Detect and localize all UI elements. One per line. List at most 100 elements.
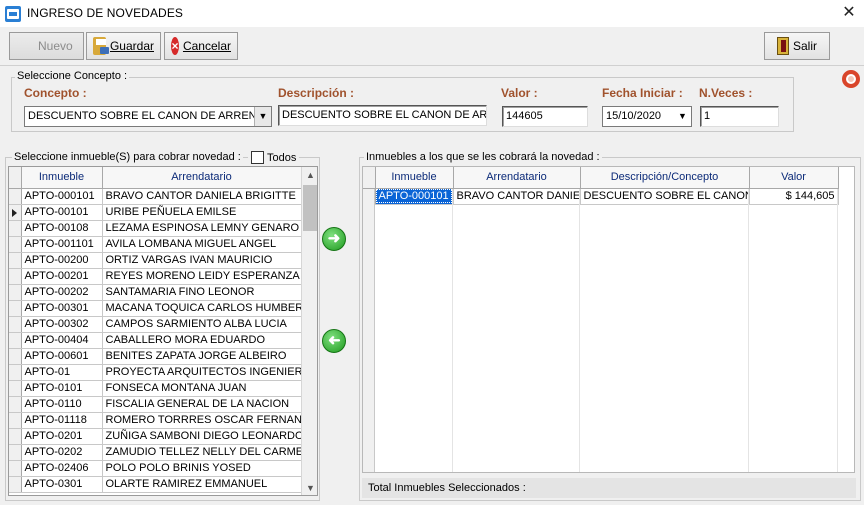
table-row[interactable]: APTO-00200 ORTIZ VARGAS IVAN MAURICIO bbox=[9, 252, 302, 269]
row-indicator[interactable] bbox=[9, 236, 22, 253]
cell-arrendatario[interactable]: AVILA LOMBANA MIGUEL ANGEL bbox=[102, 236, 302, 253]
table-row[interactable]: APTO-000101BRAVO CANTOR DANIELA BRIGITTE… bbox=[363, 188, 839, 205]
cell-arrendatario[interactable]: CAMPOS SARMIENTO ALBA LUCIA bbox=[102, 316, 302, 333]
row-indicator[interactable] bbox=[9, 428, 22, 445]
cell-arrendatario[interactable]: BRAVO CANTOR DANIELA BRIGITTE bbox=[453, 188, 581, 205]
cell-arrendatario[interactable]: LEZAMA ESPINOSA LEMNY GENARO bbox=[102, 220, 302, 237]
cell-arrendatario[interactable]: OLARTE RAMIREZ EMMANUEL bbox=[102, 476, 302, 493]
row-indicator[interactable] bbox=[9, 396, 22, 413]
cell-inmueble[interactable]: APTO-001101 bbox=[21, 236, 103, 253]
cell-inmueble[interactable]: APTO-00404 bbox=[21, 332, 103, 349]
valor-field[interactable]: 144605 bbox=[502, 106, 588, 127]
table-row[interactable]: APTO-00301 MACANA TOQUICA CARLOS HUMBERTO bbox=[9, 300, 302, 317]
help-lifebuoy-icon[interactable] bbox=[842, 70, 860, 88]
scroll-thumb[interactable] bbox=[303, 185, 317, 231]
left-grid-scrollbar[interactable]: ▲ ▼ bbox=[301, 167, 317, 495]
cell-inmueble[interactable]: APTO-0201 bbox=[21, 428, 103, 445]
add-to-selection-button[interactable]: ➜ bbox=[322, 227, 346, 251]
table-row[interactable]: APTO-02406 POLO POLO BRINIS YOSED bbox=[9, 460, 302, 477]
column-header-inmueble[interactable]: Inmueble bbox=[375, 167, 454, 189]
guardar-button[interactable]: Guardar bbox=[86, 32, 161, 60]
table-row[interactable]: APTO-00101 URIBE PEÑUELA EMILSE bbox=[9, 204, 302, 221]
row-indicator[interactable] bbox=[9, 460, 22, 477]
cell-inmueble[interactable]: APTO-00101 bbox=[21, 204, 103, 221]
column-header-arrendatario[interactable]: Arrendatario bbox=[102, 167, 302, 189]
cell-arrendatario[interactable]: FONSECA MONTANA JUAN bbox=[102, 380, 302, 397]
table-row[interactable]: APTO-01118 ROMERO TORRRES OSCAR FERNANDO bbox=[9, 412, 302, 429]
cell-arrendatario[interactable]: BRAVO CANTOR DANIELA BRIGITTE bbox=[102, 188, 302, 205]
cell-arrendatario[interactable]: BENITES ZAPATA JORGE ALBEIRO bbox=[102, 348, 302, 365]
cell-inmueble[interactable]: APTO-0301 bbox=[21, 476, 103, 493]
table-row[interactable]: APTO-0301 OLARTE RAMIREZ EMMANUEL bbox=[9, 476, 302, 493]
cell-descripcion[interactable]: DESCUENTO SOBRE EL CANON DE ARRENDAMIENT… bbox=[580, 188, 750, 205]
row-indicator[interactable] bbox=[9, 252, 22, 269]
cell-arrendatario[interactable]: SANTAMARIA FINO LEONOR bbox=[102, 284, 302, 301]
cell-inmueble[interactable]: APTO-0101 bbox=[21, 380, 103, 397]
cell-arrendatario[interactable]: MACANA TOQUICA CARLOS HUMBERTO bbox=[102, 300, 302, 317]
table-row[interactable]: APTO-00601 BENITES ZAPATA JORGE ALBEIRO bbox=[9, 348, 302, 365]
column-header-arrendatario[interactable]: Arrendatario bbox=[453, 167, 581, 189]
cell-arrendatario[interactable]: ORTIZ VARGAS IVAN MAURICIO bbox=[102, 252, 302, 269]
row-indicator[interactable] bbox=[9, 332, 22, 349]
cell-inmueble[interactable]: APTO-000101 bbox=[21, 188, 103, 205]
row-indicator[interactable] bbox=[9, 300, 22, 317]
cell-inmueble[interactable]: APTO-0110 bbox=[21, 396, 103, 413]
row-indicator[interactable] bbox=[9, 348, 22, 365]
row-indicator[interactable] bbox=[9, 188, 22, 205]
cancelar-button[interactable]: × Cancelar bbox=[164, 32, 238, 60]
table-row[interactable]: APTO-01 PROYECTA ARQUITECTOS INGENIEROS bbox=[9, 364, 302, 381]
table-row[interactable]: APTO-00404 CABALLERO MORA EDUARDO bbox=[9, 332, 302, 349]
cell-inmueble[interactable]: APTO-00201 bbox=[21, 268, 103, 285]
cell-arrendatario[interactable]: REYES MORENO LEIDY ESPERANZA bbox=[102, 268, 302, 285]
date-dropdown-chevron-icon[interactable]: ▼ bbox=[674, 107, 691, 126]
row-indicator[interactable] bbox=[9, 220, 22, 237]
cell-inmueble[interactable]: APTO-00301 bbox=[21, 300, 103, 317]
table-row[interactable]: APTO-001101 AVILA LOMBANA MIGUEL ANGEL bbox=[9, 236, 302, 253]
cell-valor[interactable]: $ 144,605 bbox=[749, 188, 839, 205]
cell-inmueble[interactable]: APTO-00302 bbox=[21, 316, 103, 333]
row-indicator[interactable] bbox=[9, 412, 22, 429]
cell-arrendatario[interactable]: ROMERO TORRRES OSCAR FERNANDO bbox=[102, 412, 302, 429]
cell-inmueble[interactable]: APTO-01118 bbox=[21, 412, 103, 429]
remove-from-selection-button[interactable]: ➜ bbox=[322, 329, 346, 353]
row-indicator[interactable] bbox=[9, 476, 22, 493]
row-indicator[interactable] bbox=[9, 316, 22, 333]
cell-inmueble[interactable]: APTO-00601 bbox=[21, 348, 103, 365]
cell-arrendatario[interactable]: CABALLERO MORA EDUARDO bbox=[102, 332, 302, 349]
concepto-select[interactable]: DESCUENTO SOBRE EL CANON DE ARRENDAMIENT… bbox=[24, 106, 272, 127]
scroll-up-icon[interactable]: ▲ bbox=[302, 167, 317, 184]
table-row[interactable]: APTO-00302 CAMPOS SARMIENTO ALBA LUCIA bbox=[9, 316, 302, 333]
close-window-button[interactable]: ✕ bbox=[838, 3, 860, 23]
cell-arrendatario[interactable]: ZAMUDIO TELLEZ NELLY DEL CARMEN bbox=[102, 444, 302, 461]
descripcion-field[interactable]: DESCUENTO SOBRE EL CANON DE ARRENDAMIENT… bbox=[278, 105, 487, 126]
table-row[interactable]: APTO-0201 ZUÑIGA SAMBONI DIEGO LEONARDO bbox=[9, 428, 302, 445]
row-indicator[interactable] bbox=[9, 380, 22, 397]
column-header-inmueble[interactable]: Inmueble bbox=[21, 167, 103, 189]
table-row[interactable]: APTO-0101 FONSECA MONTANA JUAN bbox=[9, 380, 302, 397]
cell-inmueble[interactable]: APTO-000101 bbox=[375, 188, 454, 205]
current-row-pointer-icon[interactable] bbox=[9, 204, 22, 221]
salir-button[interactable]: Salir bbox=[764, 32, 830, 60]
cell-arrendatario[interactable]: FISCALIA GENERAL DE LA NACION bbox=[102, 396, 302, 413]
table-row[interactable]: APTO-00202 SANTAMARIA FINO LEONOR bbox=[9, 284, 302, 301]
cell-inmueble[interactable]: APTO-00202 bbox=[21, 284, 103, 301]
row-indicator[interactable] bbox=[9, 268, 22, 285]
cell-inmueble[interactable]: APTO-01 bbox=[21, 364, 103, 381]
column-header-valor[interactable]: Valor bbox=[749, 167, 839, 189]
nuevo-button[interactable]: Nuevo bbox=[9, 32, 84, 60]
cell-inmueble[interactable]: APTO-02406 bbox=[21, 460, 103, 477]
table-row[interactable]: APTO-00201 REYES MORENO LEIDY ESPERANZA bbox=[9, 268, 302, 285]
table-row[interactable]: APTO-000101 BRAVO CANTOR DANIELA BRIGITTE bbox=[9, 188, 302, 205]
scroll-down-icon[interactable]: ▼ bbox=[302, 480, 317, 495]
cell-arrendatario[interactable]: URIBE PEÑUELA EMILSE bbox=[102, 204, 302, 221]
concepto-dropdown-chevron-icon[interactable]: ▼ bbox=[254, 107, 271, 126]
cell-inmueble[interactable]: APTO-00200 bbox=[21, 252, 103, 269]
column-header-descripcion[interactable]: Descripción/Concepto bbox=[580, 167, 750, 189]
row-indicator[interactable] bbox=[9, 444, 22, 461]
nveces-field[interactable]: 1 bbox=[700, 106, 779, 127]
cell-inmueble[interactable]: APTO-0202 bbox=[21, 444, 103, 461]
table-row[interactable]: APTO-0110 FISCALIA GENERAL DE LA NACION bbox=[9, 396, 302, 413]
cell-arrendatario[interactable]: POLO POLO BRINIS YOSED bbox=[102, 460, 302, 477]
cell-arrendatario[interactable]: ZUÑIGA SAMBONI DIEGO LEONARDO bbox=[102, 428, 302, 445]
todos-option[interactable]: Todos bbox=[248, 151, 300, 164]
